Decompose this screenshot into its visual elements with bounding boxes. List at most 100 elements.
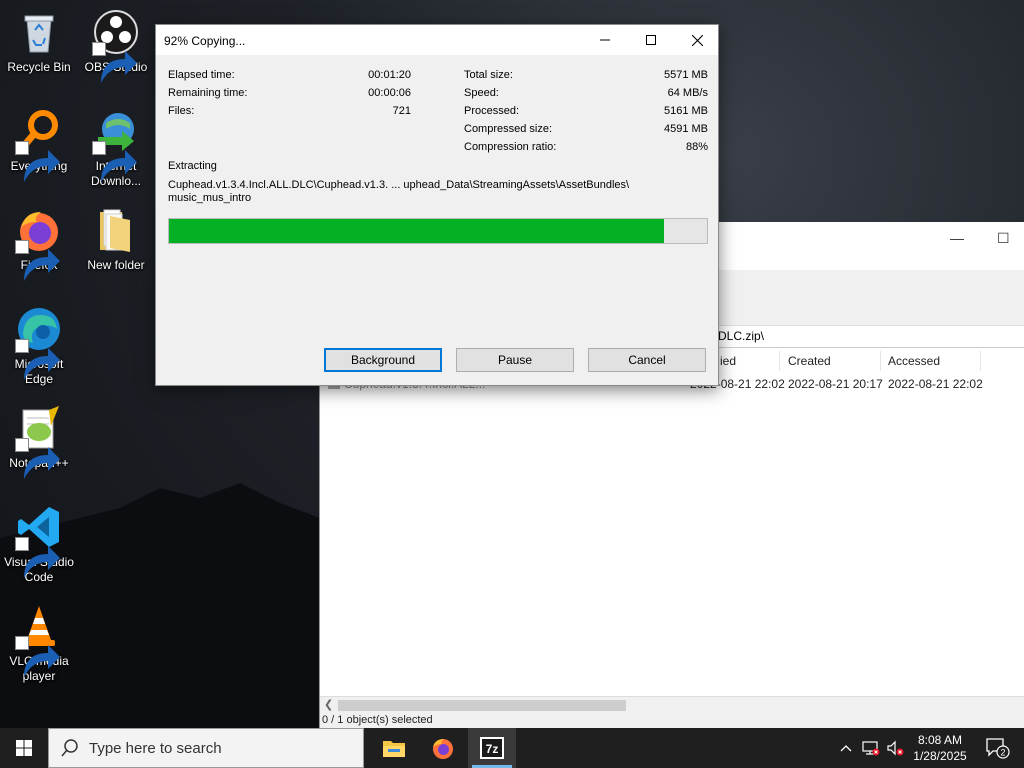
- close-icon: [691, 34, 703, 46]
- column-separator: [980, 351, 981, 371]
- everything-search-icon: [15, 107, 63, 182]
- notepad-plus-plus-icon: [15, 404, 63, 479]
- progress-bar: [168, 218, 708, 244]
- background-button[interactable]: Background: [324, 348, 442, 372]
- desktop-icon-visual-studio-code[interactable]: Visual Studio Code: [1, 503, 77, 585]
- desktop-icon-label: New folder: [87, 258, 145, 272]
- desktop-icon-firefox[interactable]: Firefox: [1, 206, 77, 281]
- vlc-cone-icon: [15, 602, 63, 677]
- shortcut-arrow-icon: [92, 141, 137, 182]
- stat-label-total-size: Total size:: [464, 69, 513, 81]
- stat-value-compression-ratio: 88%: [685, 141, 708, 153]
- dialog-minimize-button[interactable]: [582, 25, 628, 55]
- operation-label: Extracting: [168, 160, 217, 172]
- column-separator: [779, 351, 780, 371]
- tray-network[interactable]: [860, 728, 882, 768]
- progress-bar-fill: [169, 219, 664, 243]
- stat-label-compression-ratio: Compression ratio:: [464, 141, 557, 153]
- stat-value-processed: 5161 MB: [663, 105, 708, 117]
- maximize-icon[interactable]: ☐: [997, 230, 1010, 247]
- pause-button[interactable]: Pause: [456, 348, 574, 372]
- desktop-icon-microsoft-edge[interactable]: Microsoft Edge: [1, 305, 77, 387]
- stat-label-compressed-size: Compressed size:: [464, 123, 553, 135]
- firefox-icon: [433, 739, 453, 759]
- horizontal-scrollbar[interactable]: ❮: [320, 696, 1024, 713]
- desktop-icon-everything[interactable]: Everything: [1, 107, 77, 182]
- desktop-icon-internet-download-manager[interactable]: Internet Downlo...: [78, 107, 154, 189]
- shortcut-arrow-icon: [92, 42, 137, 83]
- shortcut-arrow-icon: [15, 537, 60, 578]
- desktop-icon-vlc-media-player[interactable]: VLC media player: [1, 602, 77, 684]
- taskbar: Type here to search 7z 8:08 AM 1/28/2025…: [0, 728, 1024, 768]
- maximize-icon: [646, 35, 656, 45]
- obs-studio-icon: [92, 8, 140, 83]
- cancel-button[interactable]: Cancel: [588, 348, 706, 372]
- shortcut-arrow-icon: [15, 438, 60, 479]
- minimize-icon: [600, 39, 610, 41]
- row-accessed: 2022-08-21 22:02: [888, 377, 983, 391]
- file-explorer-icon: [383, 741, 405, 757]
- stat-value-elapsed: 00:01:20: [368, 69, 411, 81]
- microsoft-edge-icon: [15, 305, 63, 380]
- desktop-icon-label: Recycle Bin: [7, 60, 71, 74]
- row-created: 2022-08-21 20:17: [788, 377, 883, 391]
- desktop-icon-notepad-plus-plus[interactable]: Notepad++: [1, 404, 77, 479]
- svg-text:7z: 7z: [486, 742, 499, 756]
- shortcut-arrow-icon: [15, 141, 60, 182]
- 7zip-icon: 7z: [480, 737, 504, 759]
- notification-icon: 2: [986, 738, 1010, 759]
- shortcut-arrow-icon: [15, 240, 60, 281]
- current-file-path: Cuphead.v1.3.4.Incl.ALL.DLC\Cuphead.v1.3…: [168, 179, 638, 205]
- visual-studio-code-icon: [15, 503, 63, 578]
- stat-value-speed: 64 MB/s: [667, 87, 708, 99]
- taskbar-firefox[interactable]: [419, 728, 467, 768]
- column-separator: [880, 351, 881, 371]
- clock-time: 8:08 AM: [917, 733, 963, 747]
- windows-logo-icon: [16, 740, 32, 756]
- taskbar-7zip[interactable]: 7z: [468, 728, 516, 768]
- desktop-icon-recycle-bin[interactable]: Recycle Bin: [1, 8, 77, 75]
- stat-label-remaining: Remaining time:: [168, 87, 248, 99]
- firefox-icon: [15, 206, 63, 281]
- desktop-icon-obs-studio[interactable]: OBS Studio: [78, 8, 154, 83]
- tray-volume[interactable]: [884, 728, 906, 768]
- desktop-icon-new-folder[interactable]: New folder: [78, 206, 154, 273]
- shortcut-arrow-icon: [15, 636, 60, 677]
- dialog-title: 92% Copying...: [164, 34, 246, 48]
- dialog-titlebar[interactable]: 92% Copying...: [156, 25, 718, 55]
- column-header-modified[interactable]: ied: [720, 354, 736, 368]
- folder-icon: [92, 206, 140, 254]
- action-center-button[interactable]: 2: [978, 728, 1018, 768]
- tray-show-hidden-icons[interactable]: [836, 728, 856, 768]
- taskbar-search-box[interactable]: Type here to search: [48, 728, 364, 768]
- scrollbar-thumb[interactable]: [338, 700, 626, 711]
- scroll-left-icon[interactable]: ❮: [324, 698, 333, 711]
- status-bar: 0 / 1 object(s) selected: [320, 713, 1024, 728]
- minimize-icon[interactable]: —: [950, 230, 964, 246]
- network-disconnected-icon: [862, 741, 880, 756]
- start-button[interactable]: [0, 728, 48, 768]
- recycle-bin-icon: [15, 8, 63, 56]
- taskbar-clock[interactable]: 8:08 AM 1/28/2025: [906, 732, 974, 764]
- search-placeholder: Type here to search: [89, 740, 222, 757]
- column-header-created[interactable]: Created: [788, 354, 831, 368]
- dialog-maximize-button[interactable]: [628, 25, 674, 55]
- search-icon: [61, 739, 78, 757]
- stat-label-elapsed: Elapsed time:: [168, 69, 235, 81]
- clock-date: 1/28/2025: [913, 749, 967, 763]
- stat-value-compressed-size: 4591 MB: [663, 123, 708, 135]
- stat-label-speed: Speed:: [464, 87, 499, 99]
- dialog-close-button[interactable]: [674, 25, 720, 55]
- volume-muted-icon: [887, 740, 904, 756]
- path-line-2: music_mus_intro: [168, 192, 252, 204]
- stat-label-files: Files:: [168, 105, 195, 117]
- stat-label-processed: Processed:: [464, 105, 520, 117]
- taskbar-file-explorer[interactable]: [370, 728, 418, 768]
- column-header-accessed[interactable]: Accessed: [888, 354, 940, 368]
- stat-value-remaining: 00:00:06: [368, 87, 411, 99]
- copy-progress-dialog[interactable]: 92% Copying... Elapsed time: 00:01:20 Re…: [155, 24, 719, 386]
- chevron-up-icon: [840, 745, 852, 752]
- stat-value-files: 721: [392, 105, 411, 117]
- stat-value-total-size: 5571 MB: [663, 69, 708, 81]
- shortcut-arrow-icon: [15, 339, 60, 380]
